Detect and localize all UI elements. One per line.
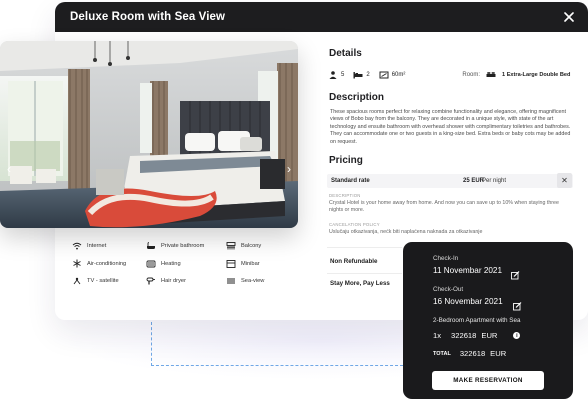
waves-icon <box>226 276 236 285</box>
checkin-date[interactable]: 11 Novembar 2021 <box>433 266 502 275</box>
chevron-left-icon: ‹ <box>7 162 11 176</box>
room-qty: 1x <box>433 331 442 340</box>
rate-unit: Per night <box>482 178 507 184</box>
details-row: 5 2 60m² Room: 1 Extra-Large Double Bed <box>328 69 578 81</box>
amenity-hair-dryer: Hair dryer <box>146 276 186 285</box>
checkin-label: Check-In <box>433 255 459 262</box>
info-icon[interactable]: i <box>513 332 521 339</box>
persons-icon <box>328 71 338 79</box>
modal-header: Deluxe Room with Sea View <box>55 2 588 32</box>
bed-type: 1 Extra-Large Double Bed <box>502 72 571 78</box>
booking-card: Check-In 11 Novembar 2021 Check-Out 16 N… <box>403 242 573 399</box>
rate-name: Standard rate <box>331 178 370 184</box>
hair-dryer-icon <box>146 276 156 285</box>
amenity-internet: Internet <box>72 241 106 250</box>
total-price: 322618 <box>459 349 486 358</box>
persons-info: 5 <box>328 71 344 79</box>
amenity-label: Heating <box>161 260 181 267</box>
room-name: 2-Bedroom Apartment with Sea <box>433 317 521 324</box>
edit-checkout-icon[interactable] <box>513 298 522 311</box>
close-icon <box>564 12 574 22</box>
make-reservation-button[interactable]: MAKE RESERVATION <box>432 371 544 390</box>
pricing-heading: Pricing <box>329 155 363 166</box>
amenity-label: Hair dryer <box>161 277 186 284</box>
room-price-row: 1x 322618 EUR i <box>433 331 521 340</box>
amenity-label: Private bathroom <box>161 242 205 249</box>
total-row: TOTAL 322618 EUR <box>433 349 506 358</box>
amenity-label: Internet <box>87 242 107 249</box>
standard-rate-row[interactable]: Standard rate 25 EUR Per night <box>327 174 573 188</box>
balcony-icon <box>226 241 236 250</box>
divider <box>327 273 402 274</box>
chevron-right-icon: › <box>287 162 291 176</box>
details-heading: Details <box>329 48 362 59</box>
area-icon <box>379 71 389 79</box>
snowflake-icon <box>72 259 82 268</box>
double-bed-icon <box>486 71 496 79</box>
room-currency: EUR <box>481 331 498 340</box>
amenity-air-conditioning: Air-conditioning <box>72 259 126 268</box>
amenity-heating: Heating <box>146 259 181 268</box>
wifi-icon <box>72 241 82 250</box>
room-price: 322618 <box>451 331 477 340</box>
amenity-label: Air-conditioning <box>87 260 127 267</box>
total-currency: EUR <box>490 349 507 358</box>
amenity-balcony: Balcony <box>226 241 261 250</box>
amenity-minibar: Minibar <box>226 259 260 268</box>
amenity-private-bathroom: Private bathroom <box>146 241 204 250</box>
edit-checkin-icon[interactable] <box>511 267 520 280</box>
minibar-icon <box>226 259 236 268</box>
description-caption: DESCRIPTION <box>329 193 361 198</box>
next-photo-button[interactable]: › <box>283 161 295 177</box>
rate-price: 25 EUR <box>463 178 485 184</box>
area-info: 60m² <box>379 71 406 79</box>
prev-photo-button[interactable]: ‹ <box>3 161 15 177</box>
room-photo <box>0 41 298 228</box>
beds-info: 2 <box>353 71 370 79</box>
tv-icon <box>72 276 82 285</box>
non-refundable-option[interactable]: Non Refundable <box>330 258 377 265</box>
checkout-date[interactable]: 16 Novembar 2021 <box>433 297 503 306</box>
close-icon: ✕ <box>561 176 568 185</box>
persons-count: 5 <box>341 72 345 78</box>
area-value: 60m² <box>391 72 406 78</box>
room-label: Room: <box>462 72 481 78</box>
amenity-label: TV - satellite <box>87 277 119 284</box>
heater-icon <box>146 259 156 268</box>
description-heading: Description <box>329 92 385 103</box>
bathtub-icon <box>146 241 156 250</box>
beds-count: 2 <box>366 72 370 78</box>
amenity-sea-view: Sea-view <box>226 276 264 285</box>
amenity-tv: TV - satellite <box>72 276 119 285</box>
checkout-label: Check-Out <box>433 286 464 293</box>
divider <box>327 247 402 248</box>
amenity-label: Balcony <box>241 242 262 249</box>
rate-description: Crystal Hotel is your home away from hom… <box>329 200 559 214</box>
close-button[interactable] <box>560 8 578 26</box>
total-label: TOTAL <box>433 350 451 357</box>
bed-icon <box>353 71 363 79</box>
cancellation-caption: CANCELATION POLICY <box>329 222 380 227</box>
amenity-label: Sea-view <box>241 277 265 284</box>
description-text: These spacious rooms perfect for relaxin… <box>330 109 571 145</box>
connector-line-horizontal <box>151 365 403 366</box>
amenity-label: Minibar <box>241 260 260 267</box>
modal-title: Deluxe Room with Sea View <box>70 11 226 23</box>
stay-more-option[interactable]: Stay More, Pay Less <box>330 280 390 287</box>
room-photo-carousel[interactable]: ‹ › <box>0 41 298 228</box>
connector-line-vertical <box>151 322 152 366</box>
remove-rate-button[interactable]: ✕ <box>557 173 572 188</box>
cancellation-text: Uslučaju otkazivanja, nećk biti naplaćen… <box>329 229 483 235</box>
